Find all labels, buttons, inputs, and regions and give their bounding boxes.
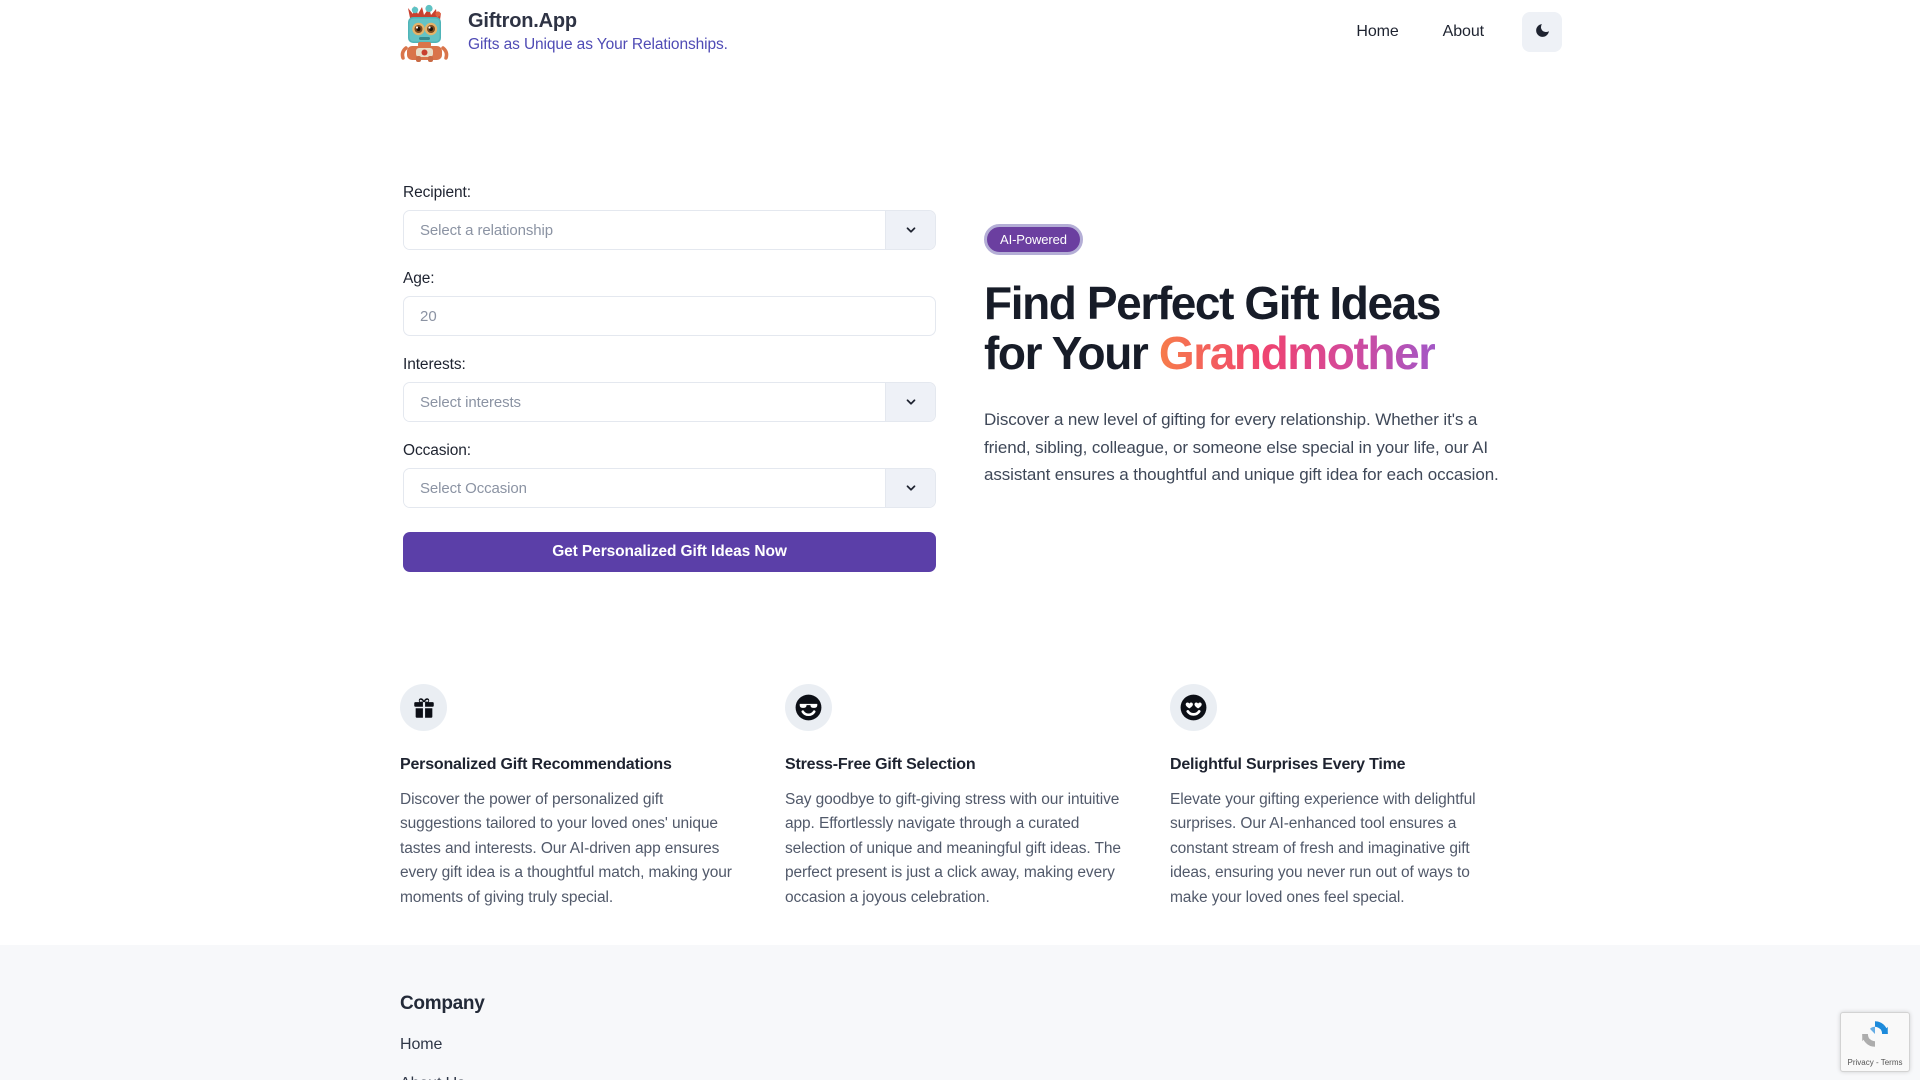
- page-root: Giftron.App Gifts as Unique as Your Rela…: [0, 0, 1920, 1080]
- brand-text-group: Giftron.App Gifts as Unique as Your Rela…: [468, 10, 728, 54]
- feature-card: Delightful Surprises Every Time Elevate …: [1170, 684, 1555, 910]
- footer-link-home[interactable]: Home: [400, 1036, 484, 1054]
- hero-title-line-1: Find Perfect Gift Ideas: [984, 277, 1441, 329]
- interests-label: Interests:: [403, 356, 466, 373]
- recaptcha-label: Privacy - Terms: [1847, 1058, 1903, 1067]
- ai-powered-badge: AI-Powered: [984, 224, 1083, 255]
- heart-eyes-smiley-icon: [1170, 684, 1217, 731]
- occasion-select[interactable]: Select Occasion: [403, 468, 936, 508]
- feature-title: Personalized Gift Recommendations: [400, 756, 672, 773]
- feature-card: Personalized Gift Recommendations Discov…: [400, 684, 785, 910]
- footer-heading: Company: [400, 993, 485, 1014]
- age-input[interactable]: [403, 296, 936, 336]
- brand-tagline: Gifts as Unique as Your Relationships.: [468, 36, 728, 53]
- interests-select-value[interactable]: Select interests: [404, 383, 885, 421]
- feature-title: Delightful Surprises Every Time: [1170, 756, 1406, 773]
- features-section: Personalized Gift Recommendations Discov…: [400, 684, 1555, 910]
- occasion-select-value[interactable]: Select Occasion: [404, 469, 885, 507]
- interests-select[interactable]: Select interests: [403, 382, 936, 422]
- footer-link-about-us[interactable]: About Us: [400, 1075, 484, 1080]
- hero-title-line-2-prefix: for Your: [984, 326, 1159, 379]
- interests-chevron-down-icon[interactable]: [885, 383, 935, 421]
- main-navigation: Home About: [1334, 12, 1562, 52]
- feature-body: Say goodbye to gift-giving stress with o…: [785, 791, 1121, 906]
- brand-logo-group[interactable]: Giftron.App Gifts as Unique as Your Rela…: [396, 2, 728, 62]
- feature-body: Elevate your gifting experience with del…: [1170, 791, 1476, 906]
- get-gift-ideas-button[interactable]: Get Personalized Gift Ideas Now: [403, 532, 936, 572]
- occasion-chevron-down-icon[interactable]: [885, 469, 935, 507]
- occasion-label: Occasion:: [403, 442, 472, 459]
- feature-title: Stress-Free Gift Selection: [785, 756, 976, 773]
- feature-body: Discover the power of personalized gift …: [400, 791, 732, 906]
- recipient-chevron-down-icon[interactable]: [885, 211, 935, 249]
- dark-mode-toggle-button[interactable]: [1522, 12, 1562, 52]
- hero-description: Discover a new level of gifting for ever…: [984, 410, 1499, 485]
- page-title: Find Perfect Gift Ideas for Your Grandmo…: [984, 277, 1544, 379]
- robot-mascot-logo-icon: [396, 2, 454, 62]
- moon-icon: [1534, 22, 1551, 42]
- site-header: Giftron.App Gifts as Unique as Your Rela…: [0, 0, 1920, 64]
- hero-title-accent: Grandmother: [1158, 326, 1436, 379]
- recipient-label: Recipient:: [403, 184, 471, 201]
- recipient-select[interactable]: Select a relationship: [403, 210, 936, 250]
- nav-link-about[interactable]: About: [1421, 13, 1506, 51]
- hero-section: AI-Powered Find Perfect Gift Ideas for Y…: [984, 224, 1544, 489]
- brand-title: Giftron.App: [468, 10, 577, 32]
- gift-finder-form: Recipient: Select a relationship Age: In…: [403, 184, 936, 572]
- recaptcha-badge[interactable]: Privacy - Terms: [1840, 1012, 1910, 1072]
- site-footer: Company Home About Us: [0, 945, 1920, 1080]
- nav-link-home[interactable]: Home: [1334, 13, 1420, 51]
- feature-card: Stress-Free Gift Selection Say goodbye t…: [785, 684, 1170, 910]
- gift-box-icon: [400, 684, 447, 731]
- footer-company-column: Company Home About Us: [400, 993, 485, 1080]
- recipient-select-value[interactable]: Select a relationship: [404, 211, 885, 249]
- age-label: Age:: [403, 270, 435, 287]
- recaptcha-icon: [1858, 1017, 1892, 1056]
- sunglasses-smiley-icon: [785, 684, 832, 731]
